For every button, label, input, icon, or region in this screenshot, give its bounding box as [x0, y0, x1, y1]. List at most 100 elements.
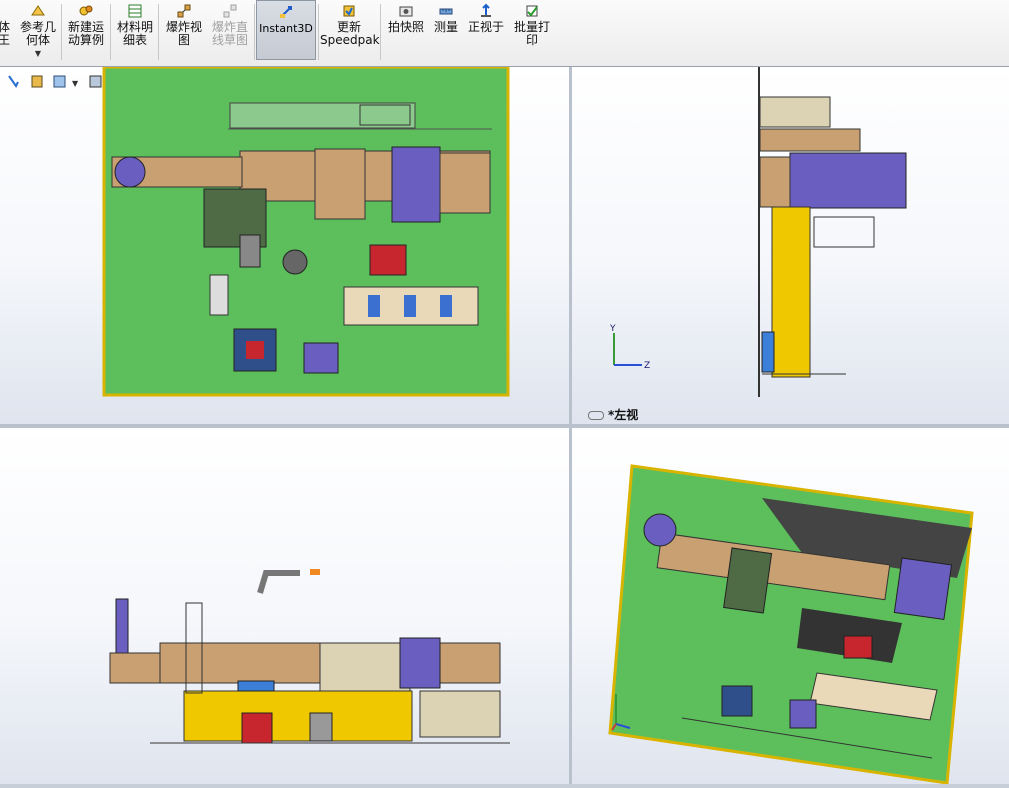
motion-study-label: 新建运 动算例 [67, 20, 104, 47]
red-tank [241, 712, 273, 744]
safety-guard [771, 206, 811, 378]
measure-icon [439, 8, 453, 15]
blue-rail [237, 680, 275, 692]
partial-icon [0, 3, 12, 19]
bom-label: 材料明 细表 [116, 20, 153, 47]
control-box [309, 712, 333, 742]
trim-press [721, 685, 753, 717]
instant3d-icon [280, 6, 292, 18]
robot-gripper [310, 569, 320, 575]
speedpak-icon [343, 5, 355, 17]
exploded-view-icon [177, 4, 191, 18]
section-view-icon[interactable] [31, 75, 43, 88]
safety-guard [183, 690, 413, 742]
command-manager-ribbon: 体 王 参考几 何体 ▼ 新建运 动算例 材料明 细表 爆炸视 图 爆炸直 线草… [0, 0, 1009, 67]
trim-press-core [246, 341, 264, 359]
ribbon-separator [254, 4, 255, 60]
partial-tool-button[interactable]: 体 王 [0, 0, 14, 60]
instant3d-button-pressed[interactable]: Instant3D [256, 0, 316, 60]
update-speedpak-button[interactable]: 更新 Speedpak [320, 0, 380, 60]
viewport-top-left[interactable]: ▼ ▼ ▼ ▼ [0, 67, 569, 424]
isometric-model[interactable] [602, 458, 1009, 784]
new-motion-study-button[interactable]: 新建运 动算例 [64, 0, 108, 60]
robot-arm [257, 570, 300, 594]
front-view-model[interactable] [100, 563, 520, 753]
red-tank [843, 635, 873, 659]
viewport-bottom-right[interactable] [572, 428, 1009, 784]
furnace [723, 547, 773, 614]
svg-text:▼: ▼ [72, 79, 79, 88]
explode-line-sketch-label: 爆炸直 线草图 [211, 20, 248, 47]
rear-cylinder [439, 152, 491, 214]
reference-geometry-icon [31, 5, 45, 16]
frame-side [759, 156, 791, 208]
normal-to-label: 正视于 [467, 20, 504, 34]
press-platen [314, 148, 366, 220]
railing [813, 216, 875, 248]
viewport-bottom-left[interactable] [0, 428, 569, 784]
bench-part [404, 295, 416, 317]
view-name-text: *左视 [608, 408, 639, 422]
status-strip [0, 784, 1009, 788]
rear-unit [419, 690, 501, 738]
link-icon [588, 411, 604, 420]
upper-platform [759, 128, 861, 152]
walkway [229, 102, 416, 129]
blue-panel [761, 331, 775, 373]
instant3d-label: Instant3D [259, 22, 313, 35]
normal-to-button[interactable]: 正视于 [464, 0, 508, 60]
cooling-unit [303, 342, 339, 374]
dropdown-arrow-icon[interactable]: ▼ [16, 47, 60, 60]
bom-table-icon [128, 4, 142, 18]
view-name-label: *左视 [588, 406, 638, 423]
exploded-view-label: 爆炸视 图 [165, 20, 202, 47]
batch-print-label: 批量打 印 [513, 20, 550, 47]
reference-geometry-label: 参考几 何体 [19, 20, 56, 47]
top-view-model[interactable] [100, 67, 512, 399]
ribbon-separator [110, 4, 111, 60]
normal-to-icon [481, 3, 491, 17]
bench-part [368, 295, 380, 317]
triad-z-label: Z [644, 361, 650, 371]
exploded-view-button[interactable]: 爆炸视 图 [162, 0, 206, 60]
view-orientation-icon[interactable]: ▼ [53, 75, 79, 88]
triad-y-label: Y [609, 324, 616, 334]
select-icon[interactable] [8, 75, 19, 88]
hydraulic-block [391, 146, 441, 223]
hydraulic-block [893, 557, 953, 620]
vertical-splitter[interactable] [569, 67, 572, 788]
horizontal-splitter[interactable] [0, 424, 1009, 428]
axis-triad: Y Z [609, 324, 650, 371]
furnace-leg [239, 234, 261, 268]
bench-part [440, 295, 452, 317]
batch-print-button[interactable]: 批量打 印 [510, 0, 554, 60]
motion-study-icon [79, 5, 93, 16]
hydraulic-cylinders [789, 152, 907, 209]
bill-of-materials-button[interactable]: 材料明 细表 [114, 0, 156, 60]
control-cabinet [209, 274, 229, 316]
partial-tool-label: 体 王 [0, 20, 10, 47]
platen [319, 642, 411, 692]
reference-geometry-button[interactable]: 参考几 何体 ▼ [16, 0, 60, 60]
measure-button[interactable]: 测量 [430, 0, 462, 60]
hydraulic-block [399, 637, 441, 689]
explode-line-sketch-icon [223, 4, 237, 18]
ribbon-separator [380, 4, 381, 60]
ribbon-separator [318, 4, 319, 60]
ladle-motor [114, 156, 146, 188]
ladle-motor [643, 513, 677, 547]
axis-triad-iso [611, 694, 631, 731]
camera-icon [399, 6, 413, 17]
snapshot-label: 拍快照 [387, 20, 424, 34]
ribbon-separator [61, 4, 62, 60]
speedpak-label: 更新 Speedpak [320, 20, 380, 47]
ribbon-separator [158, 4, 159, 60]
left-view-model[interactable] [756, 67, 956, 397]
take-snapshot-button[interactable]: 拍快照 [384, 0, 428, 60]
measure-label: 测量 [433, 20, 458, 34]
viewport-top-right[interactable]: Y Z *左视 [572, 67, 1009, 424]
robot-base [282, 249, 308, 275]
explode-line-sketch-button[interactable]: 爆炸直 线草图 [208, 0, 252, 60]
batch-print-icon [526, 5, 538, 17]
red-tank [369, 244, 407, 276]
